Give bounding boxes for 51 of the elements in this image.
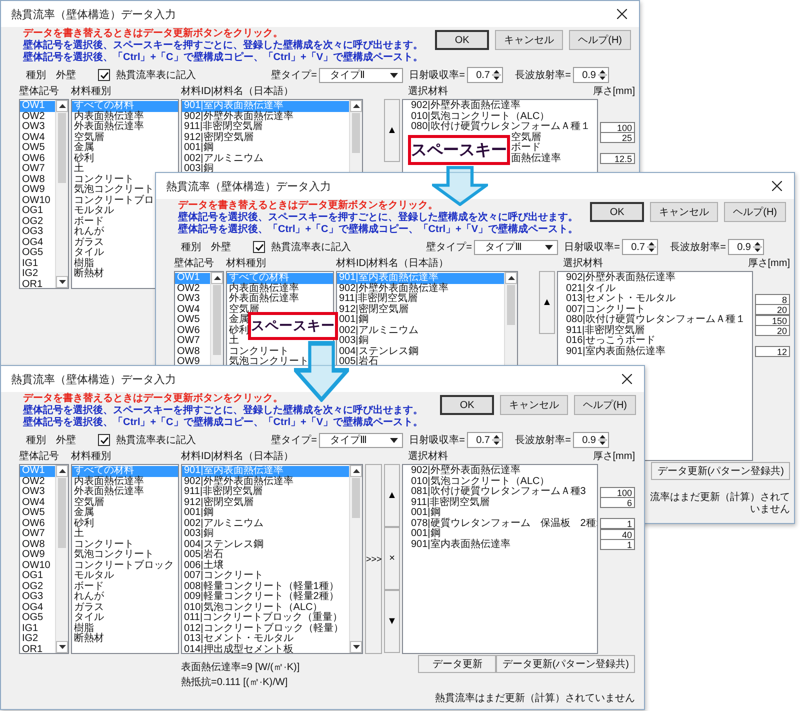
column-header: 材料ID|材料名（日本語） — [336, 258, 450, 270]
status-text: 流率はまだ更新（計算）されていません — [649, 492, 790, 516]
info-text: 熱抵抗=0.111 [(㎡·K)/W] — [181, 676, 289, 690]
instruction-text: データを書き替えるときはデータ更新ボタンをクリック。 — [23, 393, 284, 404]
type-value: 外壁 — [56, 68, 76, 82]
column-header: 選択材料 — [408, 451, 448, 463]
field-label: 長波放射率= — [514, 68, 572, 82]
type-value: 外壁 — [56, 434, 76, 447]
column-header: 壁体記号 — [19, 451, 60, 463]
instruction-text: データを書き替えるときはデータ更新ボタンをクリック。 — [178, 200, 439, 211]
field-label: 長波放射率= — [669, 240, 727, 254]
field-label: 長波放射率= — [514, 434, 572, 447]
field-label: 種別 — [181, 241, 201, 254]
callout-label: スペースキー — [408, 135, 510, 165]
field-label: 種別 — [26, 434, 46, 447]
checkbox-label: 熱貫流率表に記入 — [271, 240, 351, 254]
instruction-text: 壁体記号を選択後、「Ctrl」+「C」で壁構成コピー、「Ctrl」+「V」で壁構成ペースト。 — [23, 417, 424, 429]
info-text: 表面熱伝達率=9 [W/(㎡·K)] — [181, 660, 301, 675]
field-label: 壁タイプ= — [271, 434, 318, 447]
status-text: 熱貫流率はまだ更新（計算）されていません — [435, 693, 635, 705]
field-label: 日射吸収率= — [563, 240, 621, 254]
field-label: 種別 — [26, 69, 46, 82]
window-title: 熱貫流率（壁体構造）データ入力 — [11, 372, 176, 386]
column-header: 材料種別 — [226, 258, 267, 270]
column-header: 材料種別 — [71, 451, 112, 463]
instruction-text: 壁体記号を選択後、スペースキーを押すごとに、登録した壁構成を次々に呼び出せます。 — [178, 212, 578, 223]
instruction-text: 壁体記号を選択後、スペースキーを押すごとに、登録した壁構成を次々に呼び出せます。 — [23, 405, 424, 416]
field-label: 日射吸収率= — [408, 68, 466, 82]
column-header: 材料ID|材料名（日本語） — [181, 86, 295, 98]
type-value: 外壁 — [211, 240, 231, 254]
window-title: 熱貫流率（壁体構造）データ入力 — [166, 180, 331, 194]
field-label: 壁タイプ= — [271, 68, 318, 82]
field-label: 壁タイプ= — [426, 240, 473, 254]
instruction-text: データを書き替えるときはデータ更新ボタンをクリック。 — [23, 28, 284, 39]
column-header: 厚さ[mm] — [592, 86, 635, 98]
column-header: 材料ID|材料名（日本語） — [181, 451, 295, 463]
column-header: 厚さ[mm] — [748, 258, 790, 270]
checkbox-label: 熱貫流率表に記入 — [116, 434, 196, 447]
instruction-text: 壁体記号を選択後、「Ctrl」+「C」で壁構成コピー、「Ctrl」+「V」で壁構成ペースト。 — [23, 52, 424, 64]
column-header: 選択材料 — [408, 86, 448, 98]
field-label: 日射吸収率= — [408, 434, 466, 447]
column-header: 選択材料 — [563, 258, 603, 270]
instruction-text: 壁体記号を選択後、スペースキーを押すごとに、登録した壁構成を次々に呼び出せます。 — [23, 40, 424, 51]
callout-label: スペースキー — [248, 312, 338, 340]
column-header: 壁体記号 — [174, 258, 215, 270]
column-header: 材料種別 — [71, 86, 112, 98]
instruction-text: 壁体記号を選択後、「Ctrl」+「C」で壁構成コピー、「Ctrl」+「V」で壁構成ペースト。 — [178, 224, 578, 236]
column-header: 厚さ[mm] — [592, 451, 635, 463]
column-header: 壁体記号 — [19, 86, 60, 98]
checkbox-label: 熱貫流率表に記入 — [116, 68, 196, 82]
window-title: 熱貫流率（壁体構造）データ入力 — [11, 8, 176, 22]
